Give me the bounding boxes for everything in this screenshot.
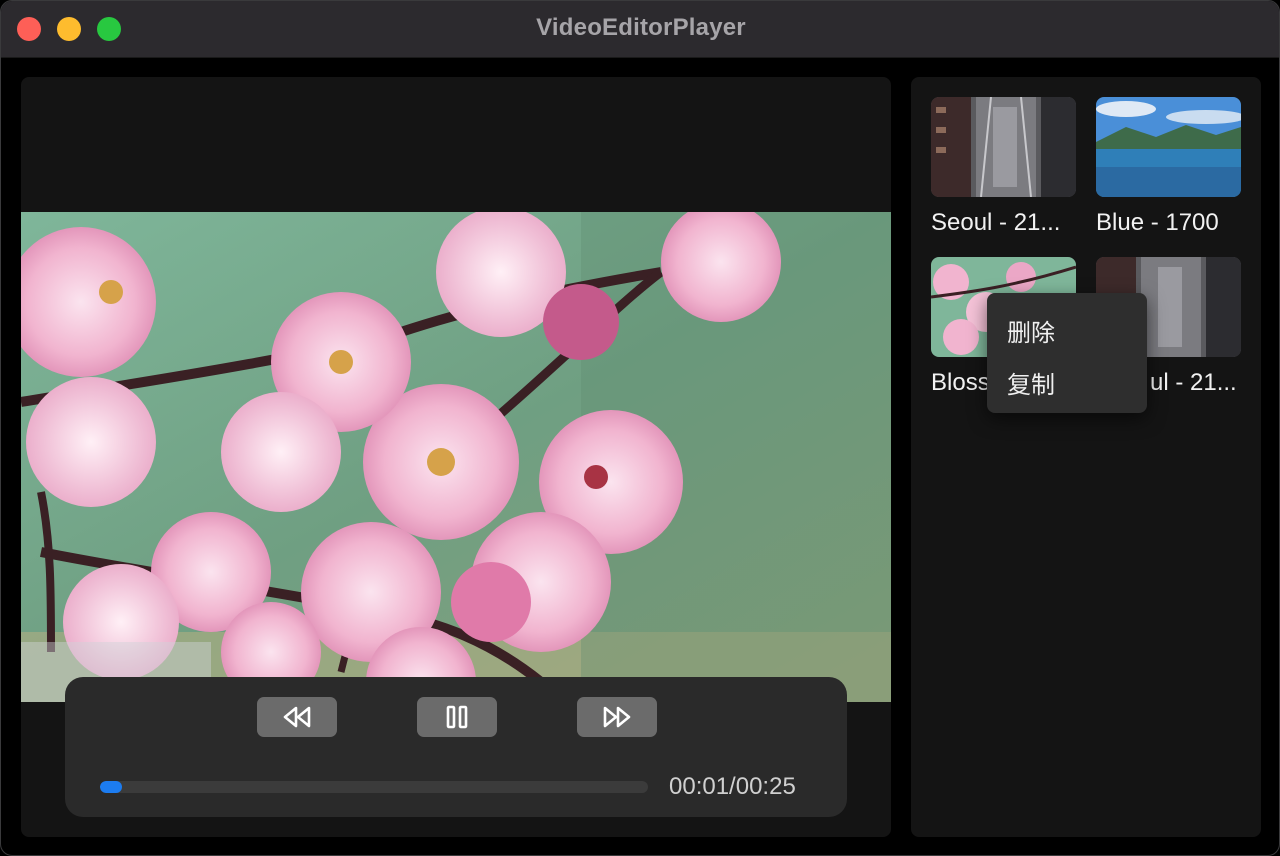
library-item-label: Blue - 1700 — [1096, 209, 1219, 236]
window-title: VideoEditorPlayer — [536, 14, 746, 41]
lake-mountain-thumbnail-image — [1096, 97, 1241, 197]
menu-item-copy[interactable]: 复制 — [1007, 365, 1055, 400]
title-bar: VideoEditorPlayer — [1, 1, 1279, 58]
library-item-thumbnail[interactable] — [931, 97, 1076, 197]
video-frame[interactable] — [21, 212, 891, 702]
library-item-label: ul - 21... — [1150, 369, 1237, 396]
progress-fill — [100, 781, 122, 793]
rewind-icon — [283, 706, 311, 728]
rewind-button[interactable] — [257, 697, 337, 737]
pause-button[interactable] — [417, 697, 497, 737]
video-cherry-blossom-image — [21, 212, 891, 702]
player-panel: 00:01/00:25 — [21, 77, 891, 837]
fast-forward-button[interactable] — [577, 697, 657, 737]
library-item-label: Seoul - 21... — [931, 209, 1061, 236]
app-window: VideoEditorPlayer 00:01/00:25 Seoul - 21… — [0, 0, 1280, 856]
menu-item-delete[interactable]: 删除 — [1007, 313, 1055, 348]
pause-icon — [446, 705, 468, 729]
time-display: 00:01/00:25 — [669, 773, 796, 800]
library-item-thumbnail[interactable] — [1096, 97, 1241, 197]
playback-controls: 00:01/00:25 — [65, 677, 847, 817]
progress-slider[interactable] — [100, 781, 648, 793]
context-menu: 删除 复制 — [987, 293, 1147, 413]
fast-forward-icon — [603, 706, 631, 728]
city-street-thumbnail-image — [931, 97, 1076, 197]
